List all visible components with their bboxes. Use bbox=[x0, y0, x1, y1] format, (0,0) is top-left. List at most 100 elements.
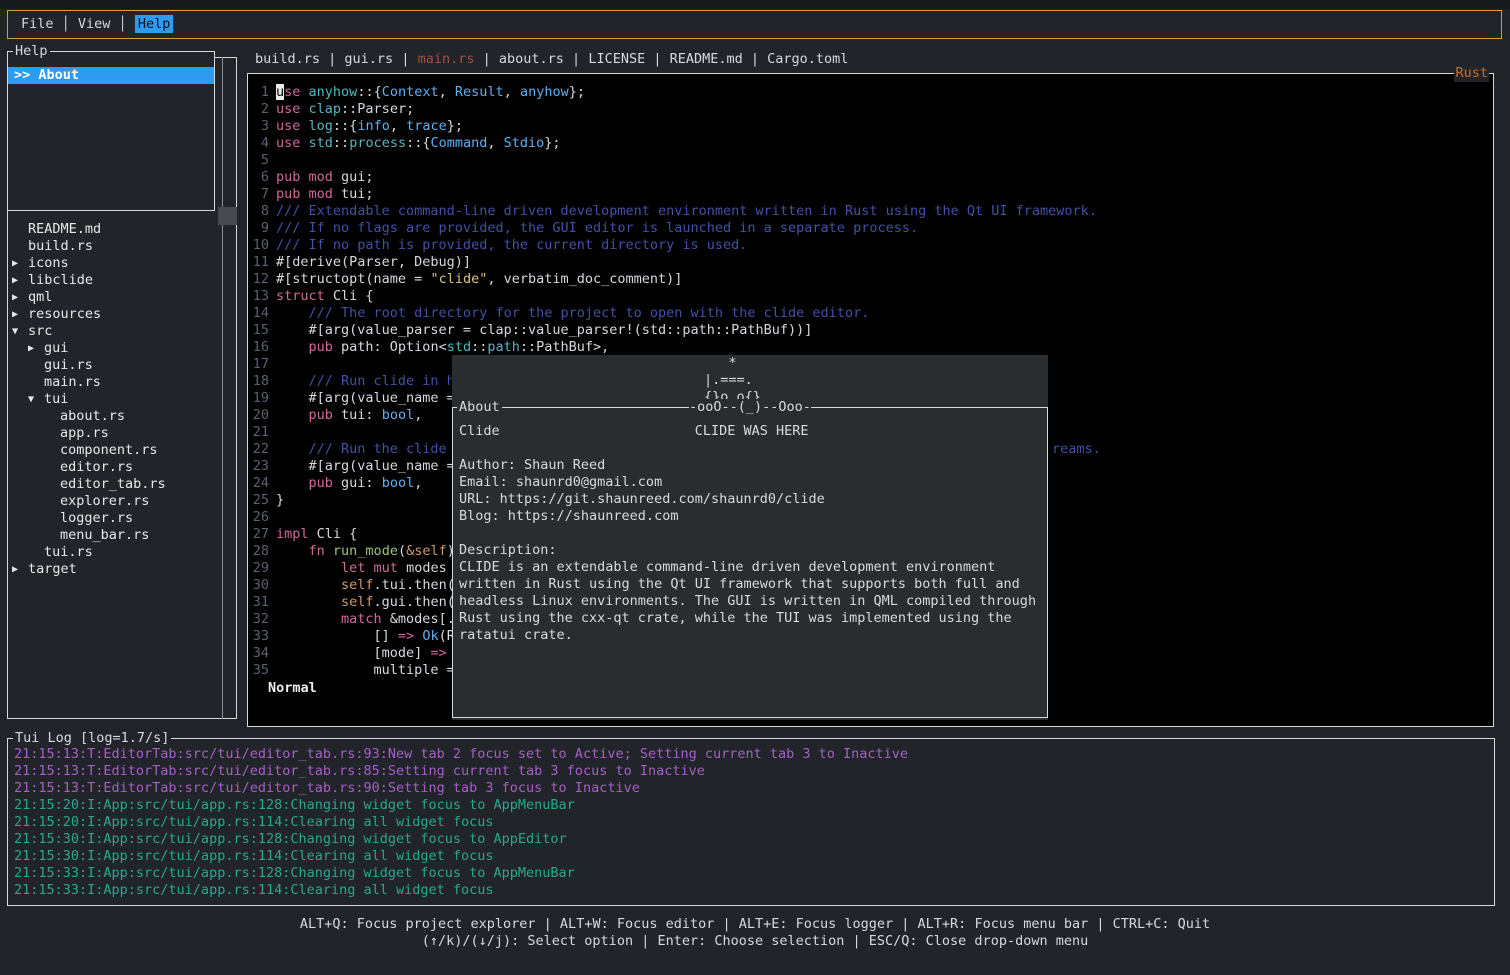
tree-item-app-rs[interactable]: app.rs bbox=[8, 425, 166, 442]
tree-item-explorer-rs[interactable]: explorer.rs bbox=[8, 493, 166, 510]
code-token: #[arg(value_name = bbox=[276, 458, 455, 474]
tab-separator: | bbox=[320, 51, 344, 67]
dropdown-item-about[interactable]: >> About bbox=[8, 67, 214, 84]
code-text: /// Run clide in h bbox=[276, 373, 455, 390]
about-popup: * |.===. {}o o{} About -ooO--(_)--Ooo- C… bbox=[452, 355, 1048, 720]
tui-log-lines: 21:15:13:T:EditorTab:src/tui/editor_tab.… bbox=[14, 746, 908, 899]
tab-gui-rs[interactable]: gui.rs bbox=[344, 51, 393, 67]
tab-LICENSE[interactable]: LICENSE bbox=[588, 51, 645, 67]
log-line-info: 21:15:33:I:App:src/tui/app.rs:114:Cleari… bbox=[14, 882, 908, 899]
tree-item-about-rs[interactable]: about.rs bbox=[8, 408, 166, 425]
tree-item-qml[interactable]: ▶qml bbox=[8, 289, 166, 306]
tree-item-README-md[interactable]: README.md bbox=[8, 221, 166, 238]
code-token: Stdio bbox=[504, 135, 545, 151]
tree-indent-spacer bbox=[44, 425, 60, 442]
editor-tabs: build.rs | gui.rs | main.rs | about.rs |… bbox=[255, 51, 848, 68]
log-line-trace: 21:15:13:T:EditorTab:src/tui/editor_tab.… bbox=[14, 763, 908, 780]
tree-item-src[interactable]: ▼src bbox=[8, 323, 166, 340]
tab-main-rs[interactable]: main.rs bbox=[418, 51, 475, 67]
code-text: multiple = bbox=[276, 662, 455, 679]
tree-item-editor_tab-rs[interactable]: editor_tab.rs bbox=[8, 476, 166, 493]
code-token: path bbox=[487, 339, 520, 355]
code-token: Context bbox=[382, 84, 439, 100]
code-text: fn run_mode(&self) bbox=[276, 543, 455, 560]
code-token bbox=[276, 611, 341, 627]
tab-README-md[interactable]: README.md bbox=[670, 51, 743, 67]
code-token: ::{ bbox=[406, 135, 430, 151]
line-number: 24 bbox=[249, 475, 269, 492]
code-text: pub gui: bool, bbox=[276, 475, 422, 492]
code-text: /// Extendable command-line driven devel… bbox=[276, 203, 1097, 220]
code-token bbox=[325, 543, 333, 559]
code-text: pub mod tui; bbox=[276, 186, 374, 203]
code-token: /// If no path is provided, the current … bbox=[276, 237, 747, 253]
keybinding-help: ALT+Q: Focus project explorer | ALT+W: F… bbox=[0, 916, 1510, 950]
code-token: Cli { bbox=[325, 288, 374, 304]
code-token: , bbox=[504, 84, 520, 100]
tree-item-resources[interactable]: ▶resources bbox=[8, 306, 166, 323]
code-token: std bbox=[309, 135, 333, 151]
about-popup-text-line: ratatui crate. bbox=[459, 627, 1036, 644]
about-popup-text-line bbox=[459, 525, 1036, 542]
tree-item-icons[interactable]: ▶icons bbox=[8, 255, 166, 272]
code-token: , bbox=[414, 475, 422, 491]
line-number: 16 bbox=[249, 339, 269, 356]
tab-Cargo-toml[interactable]: Cargo.toml bbox=[767, 51, 848, 67]
line-number: 4 bbox=[249, 135, 269, 152]
menu-separator: │ bbox=[110, 16, 134, 32]
tree-item-logger-rs[interactable]: logger.rs bbox=[8, 510, 166, 527]
code-token: "clide" bbox=[430, 271, 487, 287]
code-token: #[arg(value_name = bbox=[276, 390, 455, 406]
code-token: , bbox=[414, 407, 422, 423]
tree-item-label: resources bbox=[28, 306, 101, 322]
tree-item-target[interactable]: ▶target bbox=[8, 561, 166, 578]
code-token bbox=[276, 475, 309, 491]
tree-item-libclide[interactable]: ▶libclide bbox=[8, 272, 166, 289]
tree-item-tui[interactable]: ▼tui bbox=[8, 391, 166, 408]
tree-item-label: logger.rs bbox=[60, 510, 133, 526]
tree-item-label: explorer.rs bbox=[60, 493, 149, 509]
line-number: 35 bbox=[249, 662, 269, 679]
explorer-scrollbar-thumb[interactable] bbox=[218, 207, 237, 225]
code-token: bool bbox=[382, 475, 415, 491]
tree-indent-spacer bbox=[12, 221, 28, 238]
code-token: Ok bbox=[422, 628, 438, 644]
line-number: 13 bbox=[249, 288, 269, 305]
tab-separator: | bbox=[393, 51, 417, 67]
code-token: anyhow bbox=[309, 84, 358, 100]
tui-log-title: Tui Log [log=1.7/s] bbox=[13, 730, 171, 747]
tree-item-tui-rs[interactable]: tui.rs bbox=[8, 544, 166, 561]
line-number: 31 bbox=[249, 594, 269, 611]
chevron-collapsed-icon: ▶ bbox=[12, 289, 28, 306]
tree-item-label: gui bbox=[44, 340, 68, 356]
code-line: 16 pub path: Option<std::path::PathBuf>, bbox=[249, 339, 1097, 356]
tree-item-gui[interactable]: ▶gui bbox=[8, 340, 166, 357]
line-number: 6 bbox=[249, 169, 269, 186]
tree-item-main-rs[interactable]: main.rs bbox=[8, 374, 166, 391]
code-token: use bbox=[276, 118, 300, 134]
line-number: 33 bbox=[249, 628, 269, 645]
menu-item-view[interactable]: View bbox=[78, 16, 111, 32]
tree-item-menu_bar-rs[interactable]: menu_bar.rs bbox=[8, 527, 166, 544]
tree-item-gui-rs[interactable]: gui.rs bbox=[8, 357, 166, 374]
about-popup-title: About bbox=[457, 399, 502, 416]
tree-item-build-rs[interactable]: build.rs bbox=[8, 238, 166, 255]
code-token bbox=[276, 594, 341, 610]
tree-indent-spacer bbox=[28, 374, 44, 391]
tab-build-rs[interactable]: build.rs bbox=[255, 51, 320, 67]
log-line-trace: 21:15:13:T:EditorTab:src/tui/editor_tab.… bbox=[14, 780, 908, 797]
tab-about-rs[interactable]: about.rs bbox=[499, 51, 564, 67]
tab-separator: | bbox=[645, 51, 669, 67]
code-token: se bbox=[284, 84, 300, 100]
tui-log-panel[interactable]: Tui Log [log=1.7/s] 21:15:13:T:EditorTab… bbox=[7, 738, 1495, 906]
code-token: #[structopt(name = bbox=[276, 271, 430, 287]
menu-item-help[interactable]: Help bbox=[135, 15, 174, 33]
tree-item-component-rs[interactable]: component.rs bbox=[8, 442, 166, 459]
tree-item-editor-rs[interactable]: editor.rs bbox=[8, 459, 166, 476]
menu-item-file[interactable]: File bbox=[21, 16, 54, 32]
code-token bbox=[300, 101, 308, 117]
code-token bbox=[276, 407, 309, 423]
code-token: trace bbox=[406, 118, 447, 134]
about-popup-body: Clide CLIDE WAS HEREAuthor: Shaun ReedEm… bbox=[459, 423, 1036, 644]
code-line: 2use clap::Parser; bbox=[249, 101, 1097, 118]
